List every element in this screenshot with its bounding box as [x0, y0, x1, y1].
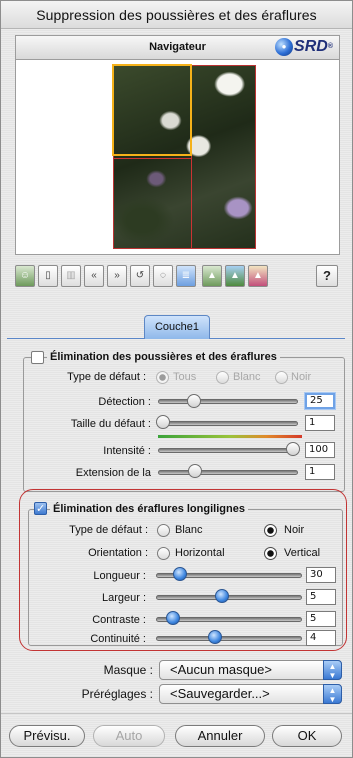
intensity-slider-track[interactable]	[158, 448, 298, 453]
defect-size-label: Taille du défaut :	[70, 418, 151, 430]
lasso-icon[interactable]: ◌	[153, 265, 173, 287]
length-label: Longueur :	[93, 570, 146, 582]
orientation-option-vertical: Vertical	[284, 547, 321, 559]
preview-button[interactable]: Prévisu.	[9, 725, 85, 747]
width-label: Largeur :	[101, 592, 146, 604]
updown-arrows-icon: ▲ ▼	[323, 684, 342, 704]
updown-arrows-icon: ▲ ▼	[323, 660, 342, 680]
auto-button[interactable]: Auto	[93, 725, 165, 747]
presets-label: Préréglages :	[81, 687, 153, 701]
defect-size-slider-thumb[interactable]	[156, 415, 170, 429]
length-slider-thumb[interactable]	[173, 567, 187, 581]
logo-mark: ®	[327, 43, 333, 50]
undo-arrow-icon[interactable]: ↺	[130, 265, 150, 287]
extension-slider-track[interactable]	[158, 470, 298, 475]
contrast-input[interactable]: 5	[306, 611, 336, 627]
scratch-option-noir: Noir	[284, 524, 305, 536]
scratch-defect-type-label: Type de défaut :	[69, 524, 148, 536]
orientation-option-horizontal: Horizontal	[175, 547, 225, 559]
landscape-icon-3[interactable]: ▲	[248, 265, 268, 287]
ok-button[interactable]: OK	[272, 725, 342, 747]
continuity-input[interactable]: 4	[306, 630, 336, 646]
scratch-group-title: Élimination des éraflures longilignes	[50, 503, 248, 515]
help-button[interactable]: ?	[316, 265, 338, 287]
intensity-slider-thumb[interactable]	[286, 442, 300, 456]
defect-size-slider-track[interactable]	[158, 421, 298, 426]
button-separator	[1, 713, 352, 714]
cancel-button[interactable]: Annuler	[175, 725, 265, 747]
button-row: Prévisu. Auto Annuler OK	[1, 725, 352, 749]
mask-value: <Aucun masque>	[170, 662, 272, 677]
dust-option-noir: Noir	[291, 371, 312, 383]
logo-text: SRD	[294, 38, 328, 55]
globe-icon: ●	[275, 38, 294, 56]
mask-dropdown[interactable]: <Aucun masque> ▲ ▼	[159, 660, 342, 680]
orientation-label: Orientation :	[88, 547, 148, 559]
detection-input[interactable]: 25	[305, 393, 335, 409]
continuity-slider-thumb[interactable]	[208, 630, 222, 644]
scratch-radio-noir[interactable]	[264, 524, 277, 537]
window-title: Suppression des poussières et des éraflu…	[1, 1, 352, 29]
orientation-radio-vertical[interactable]	[264, 547, 277, 560]
dust-radio-tous[interactable]	[156, 371, 169, 384]
contrast-slider-thumb[interactable]	[166, 611, 180, 625]
navigator-preview	[15, 59, 340, 255]
detection-slider-track[interactable]	[158, 399, 298, 404]
dust-option-tous: Tous	[173, 371, 197, 383]
tab-bar: Couche1	[1, 315, 352, 339]
dust-checkbox[interactable]	[31, 351, 44, 364]
new-document-icon[interactable]: ▯	[38, 265, 58, 287]
continuity-slider-track[interactable]	[156, 636, 302, 641]
extension-label: Extension de la	[75, 467, 151, 479]
portrait-icon[interactable]: ☺	[15, 265, 35, 287]
dust-group-title: Élimination des poussières et des éraflu…	[47, 351, 280, 363]
tile-divider-horizontal	[114, 158, 191, 159]
scratch-checkbox[interactable]	[34, 502, 47, 515]
mask-label: Masque :	[103, 663, 153, 677]
scratch-radio-blanc[interactable]	[157, 524, 170, 537]
toolbar: ☺ ▯ ▥ « » ↺ ◌ ≣ ▲ ▲ ▲ ?	[15, 263, 341, 289]
width-input[interactable]: 5	[306, 589, 336, 605]
intensity-gradient	[158, 435, 302, 438]
dialog-window: Suppression des poussières et des éraflu…	[0, 0, 353, 758]
extension-input[interactable]: 1	[305, 464, 335, 480]
landscape-icon[interactable]: ▲	[202, 265, 222, 287]
navigator-title: Navigateur	[149, 41, 206, 53]
defect-size-input[interactable]: 1	[305, 415, 335, 431]
trash-icon[interactable]: ▥	[61, 265, 81, 287]
length-input[interactable]: 30	[306, 567, 336, 583]
landscape-icon-2[interactable]: ▲	[225, 265, 245, 287]
contrast-label: Contraste :	[92, 614, 146, 626]
dust-defect-type-label: Type de défaut :	[67, 371, 146, 383]
rewind-icon[interactable]: «	[84, 265, 104, 287]
presets-value: <Sauvegarder...>	[170, 686, 270, 701]
scratch-option-blanc: Blanc	[175, 524, 203, 536]
intensity-label: Intensité :	[103, 445, 151, 457]
list-icon[interactable]: ≣	[176, 265, 196, 287]
width-slider-track[interactable]	[156, 595, 302, 600]
presets-dropdown[interactable]: <Sauvegarder...> ▲ ▼	[159, 684, 342, 704]
navigator-header: Navigateur ● SRD ®	[15, 35, 340, 59]
srd-logo: ● SRD ®	[275, 38, 333, 56]
width-slider-thumb[interactable]	[215, 589, 229, 603]
tab-couche1[interactable]: Couche1	[144, 315, 210, 339]
detection-label: Détection :	[98, 396, 151, 408]
dust-radio-blanc[interactable]	[216, 371, 229, 384]
dust-radio-noir[interactable]	[275, 371, 288, 384]
detection-slider-thumb[interactable]	[187, 394, 201, 408]
continuity-label: Continuité :	[90, 633, 146, 645]
orientation-radio-horizontal[interactable]	[157, 547, 170, 560]
fast-forward-icon[interactable]: »	[107, 265, 127, 287]
extension-slider-thumb[interactable]	[188, 464, 202, 478]
view-selection-box[interactable]	[112, 64, 192, 156]
dust-option-blanc: Blanc	[233, 371, 261, 383]
intensity-input[interactable]: 100	[305, 442, 335, 458]
